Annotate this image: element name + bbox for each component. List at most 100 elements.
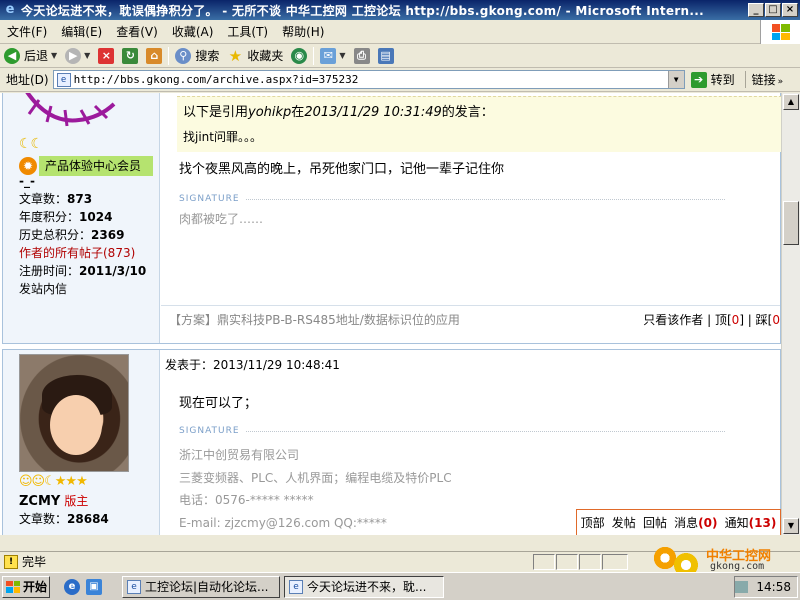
home-button[interactable]: ⌂ bbox=[142, 45, 166, 67]
reply-link[interactable]: 回帖 bbox=[643, 514, 667, 531]
print-icon: ⎙ bbox=[353, 47, 370, 64]
refresh-button[interactable]: ↻ bbox=[118, 45, 142, 67]
edit-button[interactable]: ▤ bbox=[374, 45, 398, 67]
close-button[interactable]: × bbox=[782, 3, 798, 17]
menu-view[interactable]: 查看(V) bbox=[109, 23, 165, 40]
all-posts-link[interactable]: 作者的所有帖子(873) bbox=[19, 244, 146, 262]
signature-label: SIGNATURE bbox=[179, 194, 240, 204]
mail-button[interactable]: ✉ ▼ bbox=[316, 45, 349, 67]
favorites-label: 收藏夹 bbox=[247, 49, 284, 63]
taskbar-item-active[interactable]: e 今天论坛进不来，耽... bbox=[284, 575, 444, 598]
back-label: 后退 bbox=[24, 49, 49, 63]
floating-action-bar: 顶部 发帖 回帖 消息(0) 通知(13) bbox=[576, 509, 781, 535]
address-input[interactable]: e http://bbs.gkong.com/archive.aspx?id=3… bbox=[52, 70, 685, 89]
year-points: 1024 bbox=[79, 210, 113, 224]
register-label: 注册时间： bbox=[19, 264, 80, 278]
forward-dropdown-icon[interactable]: ▼ bbox=[84, 51, 90, 60]
notifications-count: (13) bbox=[748, 516, 777, 530]
role-badge: 产品体验中心会员 bbox=[39, 156, 153, 176]
tray-icon[interactable] bbox=[735, 581, 749, 593]
signature-label: SIGNATURE bbox=[179, 426, 240, 436]
menu-tools[interactable]: 工具(T) bbox=[220, 23, 275, 40]
maximize-button[interactable]: □ bbox=[765, 3, 781, 17]
favorites-button[interactable]: ★ 收藏夹 bbox=[223, 45, 287, 67]
ie-page-icon: e bbox=[127, 579, 141, 594]
post-date: 发表于：2013/11/29 10:48:41 bbox=[165, 356, 340, 373]
ie-page-icon: e bbox=[289, 579, 303, 594]
brand-domain: gkong.com bbox=[710, 561, 765, 572]
start-button[interactable]: 开始 bbox=[2, 575, 50, 598]
address-url[interactable]: http://bbs.gkong.com/archive.aspx?id=375… bbox=[74, 73, 359, 86]
post-footer: 【方案】鼎实科技PB-B-RS485地址/数据标识位的应用 只看该作者 | 顶[… bbox=[161, 305, 780, 332]
forward-arrow-icon: ▶ bbox=[65, 47, 82, 64]
stop-button[interactable]: × bbox=[94, 45, 118, 67]
menu-file[interactable]: 文件(F) bbox=[0, 23, 54, 40]
down-count[interactable]: 0 bbox=[772, 313, 780, 327]
menu-help[interactable]: 帮助(H) bbox=[275, 23, 331, 40]
post-main: 发表于：2013/11/29 10:48:41 现在可以了； SIGNATURE… bbox=[161, 350, 780, 535]
forward-button[interactable]: ▶ ▼ bbox=[61, 45, 94, 67]
register-date: 2011/3/10 bbox=[79, 264, 147, 278]
up-label: | 顶[ bbox=[703, 312, 732, 327]
menu-edit[interactable]: 编辑(E) bbox=[54, 23, 109, 40]
address-bar: 地址(D) e http://bbs.gkong.com/archive.asp… bbox=[0, 68, 800, 92]
post-text: 现在可以了； bbox=[179, 396, 258, 411]
notifications-link[interactable]: 通知(13) bbox=[725, 514, 777, 531]
ie-quicklaunch-icon[interactable]: e bbox=[64, 578, 80, 595]
post-text: 找个夜黑风高的晚上，吊死他家门口，记他一辈子记住你 bbox=[179, 162, 505, 177]
address-dropdown-icon[interactable]: ▼ bbox=[667, 71, 684, 88]
start-label: 开始 bbox=[23, 580, 48, 594]
scroll-up-icon[interactable]: ▲ bbox=[783, 94, 799, 110]
ie-icon: e bbox=[5, 2, 15, 17]
top-link[interactable]: 顶部 bbox=[581, 514, 605, 531]
page-icon: e bbox=[56, 72, 71, 87]
vertical-scrollbar[interactable]: ▲ ▼ bbox=[781, 93, 800, 535]
title-bar: e 今天论坛进不来，耽误偶挣积分了。 - 无所不谈 中华工控网 工控论坛 htt… bbox=[0, 0, 800, 20]
star-icon: ★ bbox=[228, 46, 243, 65]
popup-blocked-icon[interactable] bbox=[602, 553, 628, 570]
toolbar: ◀ 后退 ▼ ▶ ▼ × ↻ ⌂ ⚲ 搜索 ★ 收藏夹 ◉ ✉ ▼ ⎙ ▤ bbox=[0, 44, 800, 68]
home-icon: ⌂ bbox=[146, 47, 163, 64]
go-button[interactable]: ➔ 转到 bbox=[690, 71, 735, 88]
mail-icon: ✉ bbox=[320, 47, 337, 64]
send-message-link[interactable]: 发站内信 bbox=[19, 280, 146, 298]
signature-line: 浙江中创贸易有限公司 bbox=[179, 448, 300, 462]
user-status: -_- bbox=[19, 174, 35, 188]
rank-stars-icon: ☺☺☾★★★ bbox=[19, 474, 88, 489]
articles-count: 28684 bbox=[67, 512, 109, 526]
windows-flag-icon bbox=[6, 580, 20, 593]
username[interactable]: ZCMY bbox=[19, 494, 60, 509]
print-button[interactable]: ⎙ bbox=[350, 45, 374, 67]
desktop-quicklaunch-icon[interactable]: ▣ bbox=[86, 578, 102, 595]
menu-bar: 文件(F) 编辑(E) 查看(V) 收藏(A) 工具(T) 帮助(H) bbox=[0, 20, 800, 44]
task-label: 今天论坛进不来，耽... bbox=[307, 580, 427, 594]
user-sidebar: ☾☾ ✹ 产品体验中心会员 -_- 文章数：873 年度积分：1024 历史总积… bbox=[3, 93, 160, 343]
search-button[interactable]: ⚲ 搜索 bbox=[171, 45, 223, 67]
address-label: 地址(D) bbox=[6, 73, 49, 87]
search-icon: ⚲ bbox=[175, 47, 192, 64]
toolbar-separator bbox=[313, 46, 315, 65]
mail-dropdown-icon[interactable]: ▼ bbox=[339, 51, 345, 60]
back-dropdown-icon[interactable]: ▼ bbox=[51, 51, 57, 60]
windows-logo bbox=[760, 20, 800, 44]
only-author-link[interactable]: 只看该作者 bbox=[643, 313, 703, 327]
minimize-button[interactable]: _ bbox=[748, 3, 764, 17]
warning-icon[interactable]: ! bbox=[4, 554, 18, 569]
toolbar-separator bbox=[168, 46, 170, 65]
messages-link[interactable]: 消息(0) bbox=[674, 514, 717, 531]
signature-text: 肉都被吃了…… bbox=[179, 212, 264, 226]
taskbar-item[interactable]: e 工控论坛|自动化论坛... bbox=[122, 575, 280, 598]
menu-favorites[interactable]: 收藏(A) bbox=[165, 23, 221, 40]
new-post-link[interactable]: 发帖 bbox=[612, 514, 636, 531]
scroll-down-icon[interactable]: ▼ bbox=[783, 518, 799, 534]
ad-link[interactable]: 【方案】鼎实科技PB-B-RS485地址/数据标识位的应用 bbox=[169, 311, 643, 328]
links-button[interactable]: 链接» bbox=[744, 71, 783, 88]
refresh-icon: ↻ bbox=[122, 47, 139, 64]
media-button[interactable]: ◉ bbox=[287, 45, 311, 67]
back-button[interactable]: ◀ 后退 ▼ bbox=[0, 45, 61, 67]
status-panel bbox=[579, 553, 601, 570]
scroll-thumb[interactable] bbox=[783, 201, 799, 245]
quote-user: yohikp bbox=[248, 105, 292, 120]
articles-label: 文章数： bbox=[19, 192, 68, 206]
user-sidebar: ☺☺☾★★★ ZCMY 版主 文章数：28684 bbox=[3, 350, 160, 535]
